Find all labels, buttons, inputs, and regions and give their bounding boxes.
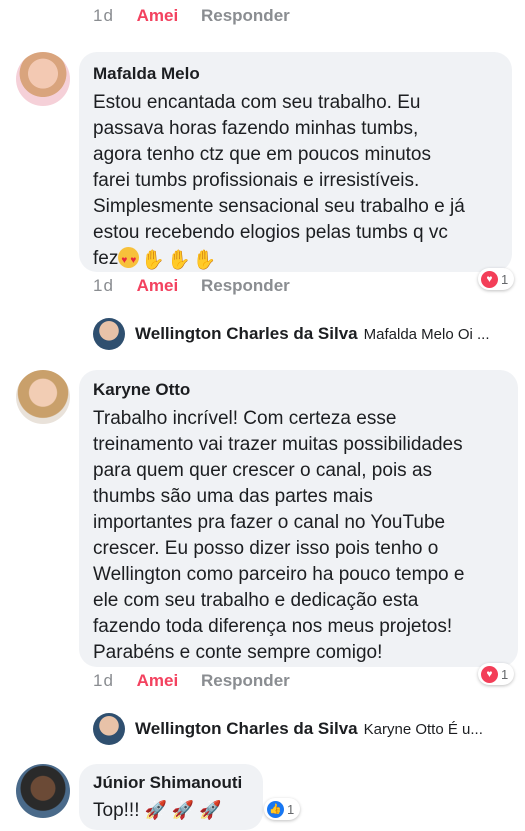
reply-preview-row[interactable]: Wellington Charles da Silva Mafalda Melo… (93, 317, 490, 351)
comment-author[interactable]: Karyne Otto (93, 380, 504, 400)
clapping-hands-icon: ✋ (141, 250, 166, 271)
reaction-count: 1 (501, 271, 509, 287)
clapping-hands-icon: ✋ (167, 250, 191, 271)
comment-body: Estou encantada com seu trabalho. Eu pas… (93, 92, 465, 269)
heart-icon: ♥ (481, 270, 498, 288)
reaction-count-badge[interactable]: ♥ 1 (478, 268, 515, 290)
comment-actions: 1d Amei Responder (93, 6, 308, 26)
reply-button[interactable]: Responder (201, 276, 290, 295)
reaction-count: 1 (287, 801, 295, 817)
reply-button[interactable]: Responder (201, 671, 290, 690)
reaction-count-badge[interactable]: ♥ 1 (478, 663, 515, 685)
comment-actions: 1d Amei Responder (93, 671, 308, 691)
love-reaction-button[interactable]: Amei (137, 6, 179, 25)
love-reaction-button[interactable]: Amei (137, 671, 179, 690)
comment-time: 1d (93, 6, 114, 25)
heart-eyes-emoji-icon (118, 247, 140, 274)
comment-bubble: Mafalda Melo Estou encantada com seu tra… (79, 52, 512, 274)
reply-preview-text: Karyne Otto É u... (363, 720, 483, 738)
rocket-icon: 🚀 (199, 800, 222, 820)
reaction-count-badge[interactable]: 👍 1 (264, 798, 301, 820)
comment-bubble: Karyne Otto Trabalho incrível! Com certe… (79, 370, 518, 667)
comment-time: 1d (93, 276, 114, 295)
avatar[interactable] (16, 764, 70, 818)
comment-text: Top!!! 🚀 🚀 🚀 (93, 797, 249, 824)
rocket-icon: 🚀 (171, 800, 195, 820)
clapping-hands-icon: ✋ (192, 250, 217, 271)
reaction-count: 1 (501, 666, 509, 682)
love-reaction-button[interactable]: Amei (137, 276, 179, 295)
reply-author[interactable]: Wellington Charles da Silva (135, 719, 358, 739)
comment-text: Estou encantada com seu trabalho. Eu pas… (93, 90, 498, 274)
comment-bubble: Júnior Shimanouti Top!!! 🚀 🚀 🚀 (79, 764, 263, 830)
comment-author[interactable]: Mafalda Melo (93, 64, 498, 84)
reply-preview-row[interactable]: Wellington Charles da Silva Karyne Otto … (93, 712, 483, 746)
comment-author[interactable]: Júnior Shimanouti (93, 773, 249, 793)
comment-body: Trabalho incrível! Com certeza esse trei… (93, 408, 465, 663)
avatar[interactable] (93, 318, 125, 350)
reply-preview-text: Mafalda Melo Oi ... (363, 325, 490, 343)
rocket-icon: 🚀 (144, 800, 167, 820)
heart-icon: ♥ (481, 665, 498, 683)
avatar[interactable] (16, 370, 70, 424)
avatar[interactable] (93, 713, 125, 745)
comment-actions: 1d Amei Responder (93, 276, 308, 296)
thumbs-up-icon: 👍 (267, 800, 284, 818)
comment-body: Top!!! (93, 800, 140, 821)
reply-author[interactable]: Wellington Charles da Silva (135, 324, 358, 344)
avatar[interactable] (16, 52, 70, 106)
reply-button[interactable]: Responder (201, 6, 290, 25)
comment-time: 1d (93, 671, 114, 690)
